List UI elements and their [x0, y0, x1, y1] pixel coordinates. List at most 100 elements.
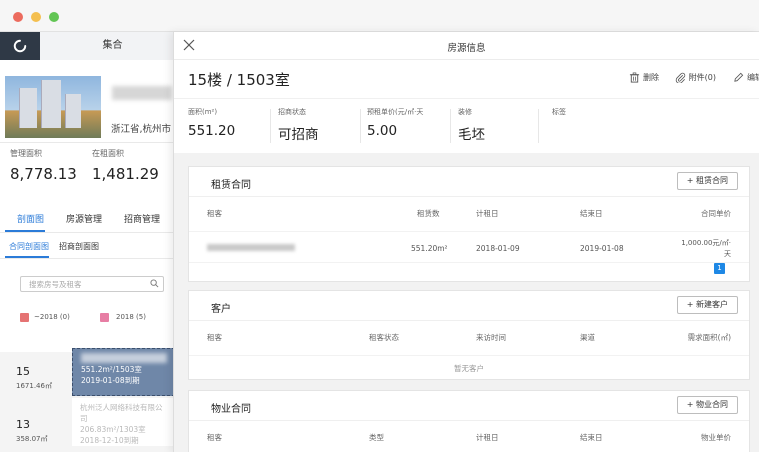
- column-header: 类型: [369, 433, 384, 442]
- column-header: 来访时间: [476, 333, 506, 342]
- building-photo: [5, 76, 101, 138]
- column-header: 合同单价: [701, 209, 731, 218]
- info-value: 5.00: [367, 123, 398, 139]
- info-label: 装修: [458, 108, 472, 116]
- column-header: 租客: [207, 433, 222, 442]
- info-value: 551.20: [188, 123, 236, 139]
- pagination-page[interactable]: 1: [714, 263, 725, 274]
- unit-card[interactable]: 杭州泛人网络科技有限公司 206.83m²/1303室 2018-12-10到期: [72, 398, 175, 446]
- room-info-drawer: 房源信息 15楼 / 1503室 删除 附件(0) 编辑 面积(m²) 551.…: [173, 32, 759, 452]
- lease-contract-card: 租赁合同 + 租赁合同 租客 租赁数 计租日 结束日 合同单价 551.20m²…: [188, 166, 750, 282]
- info-label: 标签: [552, 108, 566, 116]
- new-customer-button[interactable]: + 新建客户: [676, 296, 738, 314]
- column-header: 需求面积(㎡): [687, 333, 731, 342]
- add-property-contract-button[interactable]: + 物业合同: [676, 396, 738, 414]
- card-title: 租赁合同: [211, 180, 251, 191]
- lease-start-date: 2018-01-09: [476, 244, 520, 253]
- column-header: 租客状态: [369, 333, 399, 342]
- add-lease-contract-button[interactable]: + 租赁合同: [676, 172, 738, 190]
- subtab-leasing-section[interactable]: 招商剖面图: [59, 241, 99, 252]
- column-header: 结束日: [580, 209, 603, 218]
- drawer-title: 房源信息: [447, 43, 486, 54]
- unit-card-selected[interactable]: 551.2m²/1503室 2019-01-08到期: [72, 348, 175, 396]
- legend-swatch-2018: [100, 313, 109, 322]
- column-header: 结束日: [580, 433, 603, 442]
- search-placeholder: 搜索房号及租客: [29, 280, 82, 289]
- legend-label-2018: 2018 (5): [116, 313, 146, 321]
- lease-unit-price-suffix: 天: [724, 250, 731, 258]
- info-tags: 标签: [552, 107, 566, 117]
- column-header: 计租日: [476, 209, 499, 218]
- info-area: 面积(m²) 551.20: [188, 107, 235, 139]
- drawer-header: 房源信息: [174, 32, 759, 60]
- table-row[interactable]: 551.20m² 2018-01-09 2019-01-08 1,000.00元…: [189, 231, 749, 263]
- managed-area-value: 8,778.13: [10, 165, 77, 183]
- tenant-name-redacted: [207, 244, 295, 251]
- window-zoom-button[interactable]: [49, 12, 59, 22]
- info-value: 可招商: [278, 127, 319, 143]
- column-header: 租客: [207, 333, 222, 342]
- info-value: 毛坯: [458, 127, 485, 143]
- app-logo-icon[interactable]: [0, 32, 40, 60]
- column-header: 物业单价: [701, 433, 731, 442]
- lease-unit-price: 1,000.00元/㎡·: [681, 239, 731, 247]
- unit-tenant: 杭州泛人网络科技有限公司: [80, 403, 163, 423]
- delete-label: 删除: [643, 73, 659, 82]
- leased-area-label: 在租面积: [92, 149, 124, 158]
- card-title: 物业合同: [211, 404, 251, 415]
- lease-area: 551.20m²: [411, 244, 448, 253]
- property-contract-card: 物业合同 + 物业合同 租客 类型 计租日 结束日 物业单价: [188, 390, 750, 452]
- room-info-summary: 面积(m²) 551.20 招商状态 可招商 预租单价(元/㎡·天 5.00 装…: [174, 98, 759, 150]
- legend-label-before-2018: ~2018 (0): [34, 313, 70, 321]
- floor-number: 15: [16, 365, 30, 378]
- nav-tab-housing[interactable]: 房源管理: [66, 212, 102, 225]
- legend-swatch-before-2018: [20, 313, 29, 322]
- managed-area-label: 管理面积: [10, 149, 42, 158]
- customers-card: 客户 + 新建客户 租客 租客状态 来访时间 渠道 需求面积(㎡) 暂无客户: [188, 290, 750, 380]
- table-header: 租客 类型 计租日 结束日 物业单价: [189, 421, 749, 452]
- edit-button[interactable]: 编辑: [733, 72, 759, 83]
- info-decoration: 装修 毛坯: [458, 107, 485, 143]
- window-minimize-button[interactable]: [31, 12, 41, 22]
- tenant-name-redacted: [81, 353, 167, 363]
- info-label: 招商状态: [278, 108, 306, 116]
- info-leasing-status: 招商状态 可招商: [278, 107, 319, 143]
- paperclip-icon: [675, 72, 685, 83]
- pencil-icon: [734, 72, 744, 82]
- background-app-panel: 集合 浙江省,杭州市 管理面积 8,778.13 在租面积 1,481.29 剖…: [0, 32, 175, 452]
- building-name-redacted: [112, 86, 172, 100]
- delete-button[interactable]: 删除: [629, 72, 659, 83]
- floor-number: 13: [16, 418, 30, 431]
- table-header: 租客 租赁数 计租日 结束日 合同单价: [189, 197, 749, 231]
- building-city: 浙江省,杭州市: [111, 124, 172, 135]
- unit-expiry: 2018-12-10到期: [80, 436, 139, 445]
- trash-icon: [629, 72, 640, 83]
- table-header: 租客 租客状态 来访时间 渠道 需求面积(㎡): [189, 321, 749, 355]
- card-title: 客户: [211, 304, 231, 315]
- window-close-button[interactable]: [13, 12, 23, 22]
- attachment-label: 附件(0): [688, 73, 716, 82]
- edit-label: 编辑: [747, 73, 759, 82]
- column-header: 渠道: [580, 333, 595, 342]
- info-pre-rent-price: 预租单价(元/㎡·天 5.00: [367, 107, 423, 139]
- search-icon[interactable]: [150, 279, 159, 288]
- collection-tab[interactable]: 集合: [40, 32, 175, 60]
- leased-area-value: 1,481.29: [92, 165, 159, 183]
- empty-state: 暂无客户: [189, 355, 749, 379]
- column-header: 计租日: [476, 433, 499, 442]
- room-search-input[interactable]: 搜索房号及租客: [20, 276, 164, 292]
- floor-area: 358.07㎡: [16, 435, 48, 443]
- column-header: 租客: [207, 209, 222, 218]
- nav-tab-section-view[interactable]: 剖面图: [17, 212, 44, 225]
- nav-tab-leasing[interactable]: 招商管理: [124, 212, 160, 225]
- empty-message: 暂无客户: [454, 364, 484, 373]
- unit-area-room: 206.83m²/1303室: [80, 425, 146, 434]
- unit-area-room: 551.2m²/1503室: [81, 365, 142, 374]
- unit-expiry: 2019-01-08到期: [81, 376, 140, 385]
- info-label: 面积(m²): [188, 108, 218, 116]
- room-title: 15楼 / 1503室: [188, 71, 290, 89]
- subtab-contract-section[interactable]: 合同剖面图: [9, 241, 49, 252]
- attachment-button[interactable]: 附件(0): [675, 72, 716, 83]
- info-label: 预租单价(元/㎡·天: [367, 108, 424, 116]
- floor-area: 1671.46㎡: [16, 382, 52, 390]
